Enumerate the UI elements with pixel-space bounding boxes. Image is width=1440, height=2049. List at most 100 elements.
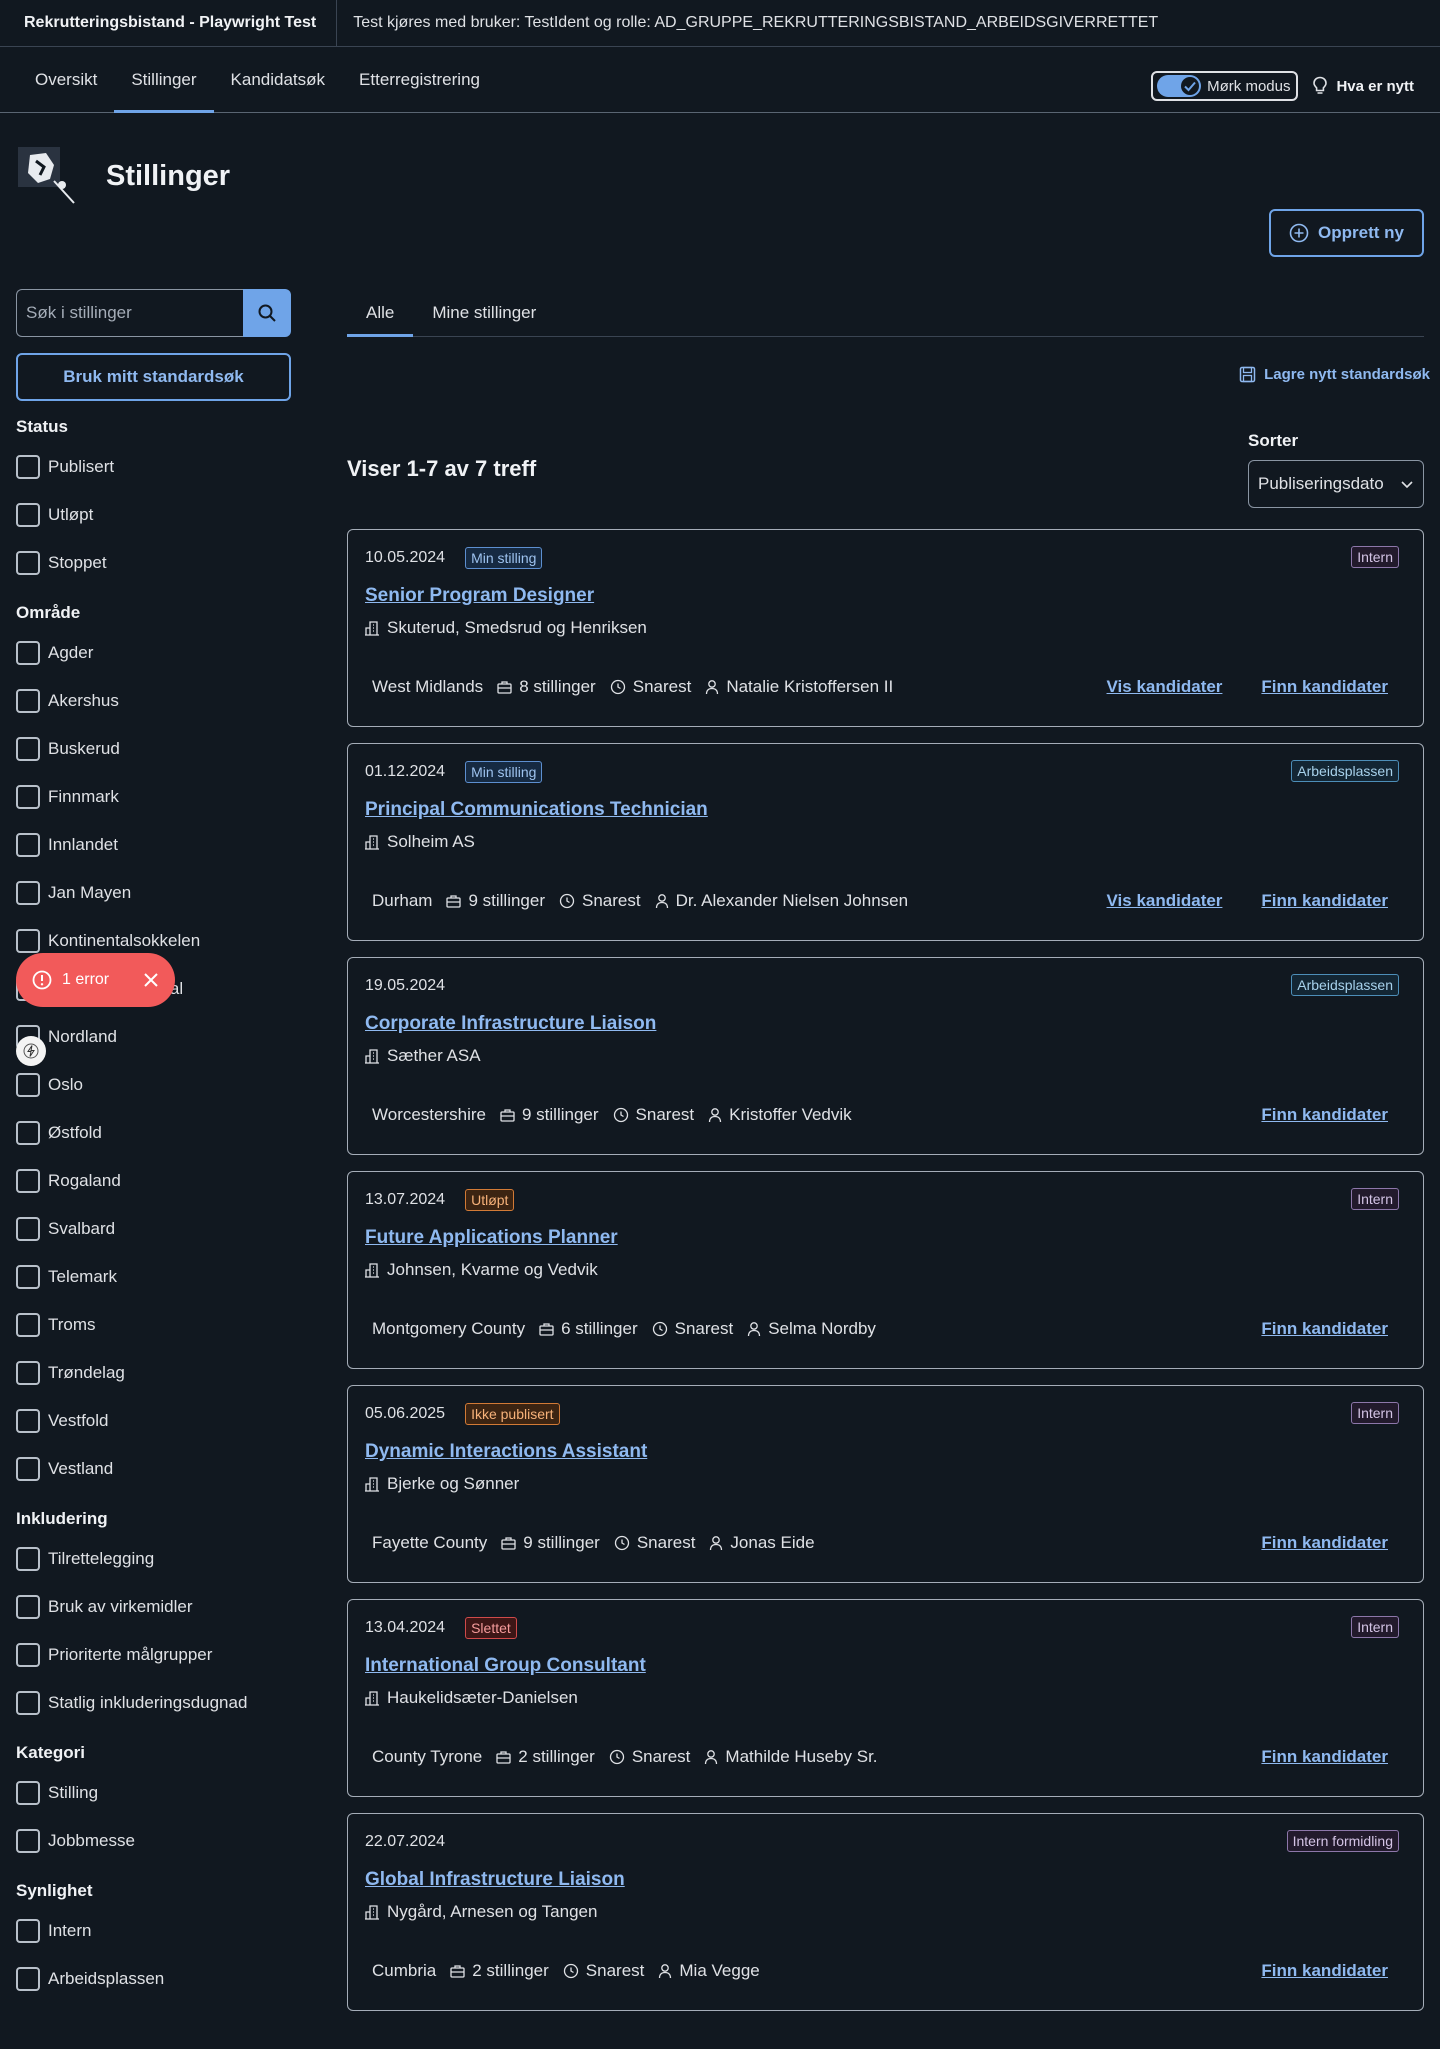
find-candidates-link[interactable]: Finn kandidater <box>1261 677 1388 697</box>
checkbox[interactable] <box>16 1073 40 1097</box>
filter-checkbox-item[interactable]: Stoppet <box>16 539 291 587</box>
filter-checkbox-item[interactable]: Arbeidsplassen <box>16 1955 291 2003</box>
view-candidates-link[interactable]: Vis kandidater <box>1107 677 1223 697</box>
create-new-button[interactable]: Opprett ny <box>1269 209 1424 257</box>
job-title-link[interactable]: Principal Communications Technician <box>365 799 708 821</box>
find-candidates-link[interactable]: Finn kandidater <box>1261 1747 1388 1767</box>
nav-tab-0[interactable]: Oversikt <box>18 47 114 112</box>
checkbox[interactable] <box>16 881 40 905</box>
filter-checkbox-item[interactable]: Rogaland <box>16 1157 291 1205</box>
checkbox[interactable] <box>16 1313 40 1337</box>
job-title-link[interactable]: Corporate Infrastructure Liaison <box>365 1013 656 1035</box>
checkbox[interactable] <box>16 1595 40 1619</box>
search-input[interactable] <box>16 289 243 337</box>
filter-checkbox-item[interactable]: Statlig inkluderingsdugnad <box>16 1679 291 1727</box>
employer-row: Haukelidsæter-Danielsen <box>365 1688 1406 1708</box>
checkbox[interactable] <box>16 1967 40 1991</box>
checkbox[interactable] <box>16 455 40 479</box>
whats-new-link[interactable]: Hva er nytt <box>1312 76 1414 96</box>
filter-checkbox-item[interactable]: Finnmark <box>16 773 291 821</box>
filter-checkbox-item[interactable]: Østfold <box>16 1109 291 1157</box>
find-candidates-link[interactable]: Finn kandidater <box>1261 891 1388 911</box>
result-tab-1[interactable]: Mine stillinger <box>413 289 555 336</box>
checkbox[interactable] <box>16 1919 40 1943</box>
dark-mode-toggle[interactable]: Mørk modus <box>1151 71 1299 101</box>
checkbox[interactable] <box>16 551 40 575</box>
checkbox[interactable] <box>16 503 40 527</box>
card-actions: Finn kandidater <box>1261 1961 1388 1981</box>
checkbox[interactable] <box>16 1643 40 1667</box>
filter-checkbox-item[interactable]: Agder <box>16 629 291 677</box>
view-candidates-link[interactable]: Vis kandidater <box>1107 891 1223 911</box>
filter-checkbox-item[interactable]: Publisert <box>16 443 291 491</box>
checkbox[interactable] <box>16 1409 40 1433</box>
job-card: 10.05.2024 Min stilling Intern Senior Progr… <box>347 529 1424 727</box>
briefcase-icon <box>501 1536 516 1550</box>
filter-checkbox-item[interactable]: Intern <box>16 1907 291 1955</box>
filter-checkbox-item[interactable]: Utløpt <box>16 491 291 539</box>
deadline: Snarest <box>585 1961 645 1980</box>
checkbox[interactable] <box>16 737 40 761</box>
filter-checkbox-item[interactable]: Telemark <box>16 1253 291 1301</box>
close-icon[interactable] <box>143 972 159 988</box>
filter-checkbox-item[interactable]: Tilrettelegging <box>16 1535 291 1583</box>
checkbox[interactable] <box>16 689 40 713</box>
checkbox[interactable] <box>16 1781 40 1805</box>
checkbox[interactable] <box>16 641 40 665</box>
checkbox[interactable] <box>16 929 40 953</box>
nav-tab-3[interactable]: Etterregistrering <box>342 47 497 112</box>
save-standard-search-link[interactable]: Lagre nytt standardsøk <box>1239 366 1430 383</box>
find-candidates-link[interactable]: Finn kandidater <box>1261 1105 1388 1125</box>
filter-checkbox-item[interactable]: Bruk av virkemidler <box>16 1583 291 1631</box>
filter-checkbox-item[interactable]: Buskerud <box>16 725 291 773</box>
filter-checkbox-item[interactable]: Jobbmesse <box>16 1817 291 1865</box>
checkbox[interactable] <box>16 833 40 857</box>
job-title-link[interactable]: Senior Program Designer <box>365 585 594 607</box>
checkbox[interactable] <box>16 1121 40 1145</box>
checkbox[interactable] <box>16 1691 40 1715</box>
filter-checkbox-item[interactable]: Troms <box>16 1301 291 1349</box>
sort-select[interactable]: Publiseringsdato <box>1248 460 1424 508</box>
job-title-link[interactable]: Future Applications Planner <box>365 1227 618 1249</box>
checkbox[interactable] <box>16 1829 40 1853</box>
filter-checkbox-item[interactable]: Oslo <box>16 1061 291 1109</box>
error-toast[interactable]: 1 error <box>16 953 175 1007</box>
job-title-link[interactable]: Global Infrastructure Liaison <box>365 1869 625 1891</box>
filter-checkbox-item[interactable]: Vestfold <box>16 1397 291 1445</box>
checkbox[interactable] <box>16 1265 40 1289</box>
filter-checkbox-item[interactable]: Svalbard <box>16 1205 291 1253</box>
filter-checkbox-item[interactable]: Innlandet <box>16 821 291 869</box>
toggle-switch[interactable] <box>1157 75 1202 97</box>
find-candidates-link[interactable]: Finn kandidater <box>1261 1533 1388 1553</box>
checkbox[interactable] <box>16 1547 40 1571</box>
result-tab-0[interactable]: Alle <box>347 289 414 337</box>
employer-row: Bjerke og Sønner <box>365 1474 1406 1494</box>
nav-tab-1[interactable]: Stillinger <box>114 47 214 113</box>
checkbox[interactable] <box>16 1361 40 1385</box>
use-standard-search-button[interactable]: Bruk mitt standardsøk <box>16 353 291 401</box>
filter-checkbox-item[interactable]: Prioriterte målgrupper <box>16 1631 291 1679</box>
filter-checkbox-item[interactable]: Vestland <box>16 1445 291 1493</box>
filter-checkbox-item[interactable]: Akershus <box>16 677 291 725</box>
save-icon <box>1239 366 1256 383</box>
checkbox[interactable] <box>16 1169 40 1193</box>
find-candidates-link[interactable]: Finn kandidater <box>1261 1961 1388 1981</box>
search-button[interactable] <box>243 289 291 337</box>
filter-checkbox-item[interactable]: Nordland <box>16 1013 291 1061</box>
filter-checkbox-item[interactable]: Stilling <box>16 1769 291 1817</box>
filter-checkbox-item[interactable]: Trøndelag <box>16 1349 291 1397</box>
checkbox-label: Stilling <box>48 1783 99 1802</box>
checkbox[interactable] <box>16 1457 40 1481</box>
job-title-link[interactable]: International Group Consultant <box>365 1655 646 1677</box>
building-icon <box>365 1262 379 1278</box>
find-candidates-link[interactable]: Finn kandidater <box>1261 1319 1388 1339</box>
checkbox[interactable] <box>16 1217 40 1241</box>
filter-checkbox-item[interactable]: Jan Mayen <box>16 869 291 917</box>
nav-tab-2[interactable]: Kandidatsøk <box>214 47 343 112</box>
bolt-icon[interactable] <box>16 1036 46 1066</box>
save-search-label: Lagre nytt standardsøk <box>1264 366 1430 383</box>
employer-name: Sæther ASA <box>387 1046 481 1065</box>
checkbox[interactable] <box>16 785 40 809</box>
job-title-link[interactable]: Dynamic Interactions Assistant <box>365 1441 647 1463</box>
location: Fayette County <box>372 1533 488 1552</box>
